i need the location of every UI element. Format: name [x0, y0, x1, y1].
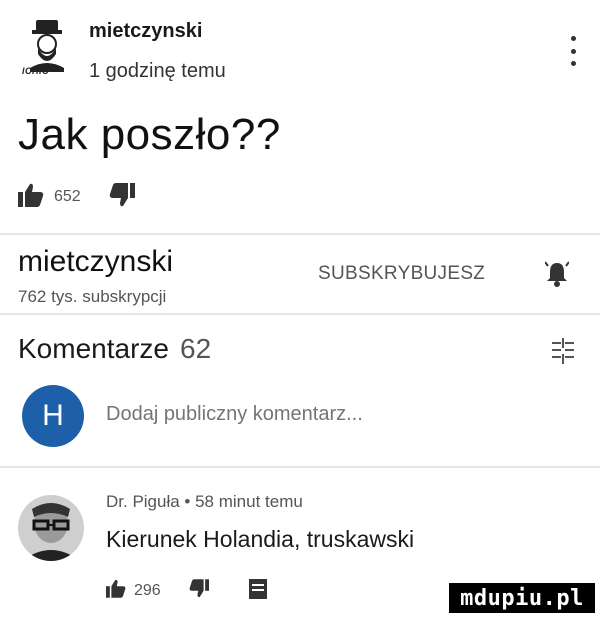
post-author-name[interactable]: mietczynski: [89, 20, 202, 43]
reply-icon[interactable]: [248, 578, 267, 604]
divider: [0, 233, 600, 235]
divider: [0, 313, 600, 315]
post-timestamp: 1 godzinę temu: [89, 60, 226, 82]
comment-meta: Dr. Piguła • 58 minut temu: [106, 492, 303, 511]
more-options-icon[interactable]: [566, 36, 580, 66]
comment-actions: 296: [106, 576, 267, 606]
thumbs-down-icon[interactable]: [189, 579, 209, 603]
channel-name[interactable]: mietczynski: [18, 245, 173, 279]
add-comment-input[interactable]: [106, 403, 546, 426]
commenter-avatar[interactable]: [18, 495, 84, 561]
subscribe-button[interactable]: SUBSKRYBUJESZ: [318, 263, 485, 285]
post-like-bar: 652: [18, 177, 135, 217]
comment-like-count: 296: [134, 582, 161, 599]
thumbs-up-icon[interactable]: [106, 579, 126, 603]
comments-count: 62: [180, 333, 212, 364]
channel-subscriber-count: 762 tys. subskrypcji: [18, 287, 167, 306]
thumbs-down-icon[interactable]: [109, 182, 135, 212]
comments-heading: Komentarze: [18, 333, 169, 364]
sort-comments-icon[interactable]: [552, 338, 574, 369]
divider: [0, 466, 600, 468]
post-title: Jak poszło??: [18, 110, 281, 159]
comment-text: Kierunek Holandia, truskawski: [106, 526, 415, 552]
thumbs-up-icon[interactable]: [18, 183, 44, 212]
watermark-logo: mdupiu.pl: [449, 583, 595, 613]
post-author-avatar-text: ICHIC: [22, 66, 49, 76]
post-like-count: 652: [54, 188, 81, 205]
notification-bell-icon[interactable]: [544, 260, 570, 293]
post-author-avatar[interactable]: ICHIC: [18, 18, 78, 78]
user-avatar[interactable]: H: [22, 385, 84, 447]
